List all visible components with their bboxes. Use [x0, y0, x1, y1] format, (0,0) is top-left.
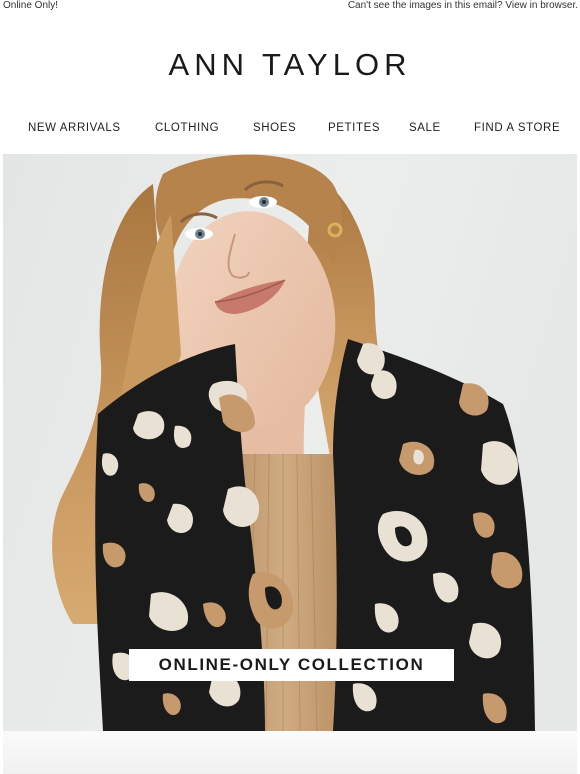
hero-image[interactable]: [3, 154, 577, 731]
main-nav: NEW ARRIVALS CLOTHING SHOES PETITES SALE…: [0, 122, 580, 138]
nav-item-find-a-store[interactable]: FIND A STORE: [474, 122, 560, 134]
view-in-browser-link[interactable]: Can't see the images in this email? View…: [348, 0, 578, 12]
hero-bottom-fade: [3, 731, 577, 774]
online-only-collection-cta[interactable]: ONLINE-ONLY COLLECTION: [129, 649, 454, 681]
nav-item-shoes[interactable]: SHOES: [253, 122, 296, 134]
hero-model-illustration: [3, 154, 577, 731]
nav-item-new-arrivals[interactable]: NEW ARRIVALS: [28, 122, 121, 134]
preheader-bar: Online Only! Can't see the images in thi…: [0, 0, 580, 14]
nav-item-sale[interactable]: SALE: [409, 122, 441, 134]
preheader-online-only-text: Online Only!: [3, 0, 59, 11]
nav-item-petites[interactable]: PETITES: [328, 122, 380, 134]
brand-logo[interactable]: ANN TAYLOR: [0, 48, 580, 82]
nav-item-clothing[interactable]: CLOTHING: [155, 122, 219, 134]
email-page: Online Only! Can't see the images in thi…: [0, 0, 580, 774]
